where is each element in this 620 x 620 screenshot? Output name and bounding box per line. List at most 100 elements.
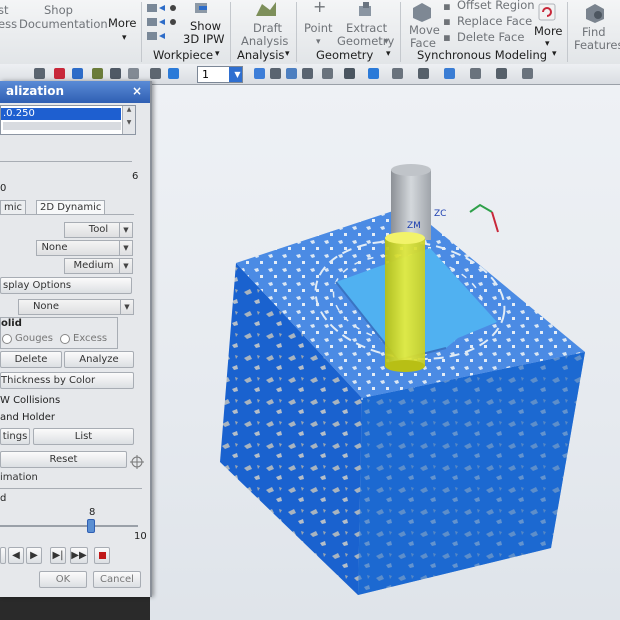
count-right: 6 — [132, 171, 139, 182]
extract-geometry-icon — [359, 2, 371, 16]
cancel-button[interactable]: Cancel — [93, 571, 141, 588]
play-icon[interactable]: ▶ — [26, 547, 42, 564]
chevron-down-icon[interactable]: ▾ — [285, 48, 290, 61]
step-forward-icon[interactable]: ▶| — [50, 547, 66, 564]
axis-zc-label: ZC — [434, 209, 446, 219]
show-hide-icon[interactable] — [496, 68, 507, 79]
measure-icon[interactable] — [522, 68, 533, 79]
link-icon[interactable] — [110, 68, 121, 79]
move-face-icon — [413, 3, 431, 22]
ribbon-divider — [567, 2, 568, 62]
style-dropdown[interactable]: None ▼ — [36, 240, 133, 256]
replace-face-button[interactable]: Replace Face — [457, 15, 532, 28]
curve-icon[interactable] — [92, 68, 103, 79]
point-icon: + — [313, 0, 327, 16]
geometry-group-label[interactable]: Geometry — [316, 48, 373, 62]
ribbon-divider — [230, 2, 231, 62]
chevron-down-icon[interactable]: ▼ — [119, 241, 132, 255]
analyze-button[interactable]: Analyze — [64, 351, 134, 368]
dialog-title-bar[interactable]: alization × — [0, 81, 150, 103]
synchronous-modeling-group-label[interactable]: Synchronous Modeling — [417, 48, 547, 62]
display-options-button[interactable]: splay Options — [0, 277, 132, 294]
orient-view-icon[interactable] — [344, 68, 355, 79]
chevron-down-icon[interactable]: ▾ — [215, 48, 220, 61]
layer-selector[interactable]: 1 ▼ — [197, 66, 243, 83]
ribbon-divider — [141, 2, 142, 62]
chevron-down-icon[interactable]: ▼ — [119, 259, 132, 273]
fast-forward-icon[interactable]: ▶▶ — [70, 547, 88, 564]
section-icon[interactable] — [392, 68, 403, 79]
chevron-down-icon[interactable]: ▼ — [120, 300, 133, 314]
stop-icon[interactable] — [94, 547, 110, 564]
csys-icon[interactable] — [470, 68, 481, 79]
refresh-icon[interactable] — [254, 68, 265, 79]
speed-label: d — [0, 493, 7, 504]
animation-section-label: imation — [0, 472, 38, 483]
select-filter-icon[interactable] — [54, 68, 65, 79]
zoom-icon[interactable] — [302, 68, 313, 79]
delete-button[interactable]: Delete — [0, 351, 62, 368]
crosshair-icon — [130, 454, 144, 469]
rotate-icon[interactable] — [270, 68, 281, 79]
tool-path-list[interactable]: .0.250 ▲ ▼ — [0, 105, 136, 135]
group-label: olid — [1, 318, 22, 329]
chevron-down-icon[interactable]: ▼ — [123, 119, 135, 126]
more-button-2[interactable]: More — [534, 25, 563, 38]
graphics-viewport[interactable]: ZM ZC — [150, 85, 620, 620]
list-scrollbar[interactable]: ▲ ▼ — [122, 106, 135, 134]
previous-icon[interactable]: ◀ — [8, 547, 24, 564]
thickness-by-color-button[interactable]: Thickness by Color — [0, 372, 134, 389]
snap-point-icon[interactable] — [72, 68, 83, 79]
quality-dropdown[interactable]: Medium ▼ — [64, 258, 133, 274]
offset-region-button[interactable]: Offset Region — [457, 0, 535, 12]
part-model[interactable]: ZM ZC — [150, 85, 620, 620]
point-button[interactable]: Point — [304, 22, 333, 35]
show-dropdown[interactable]: Tool ▼ — [64, 222, 133, 238]
collisions-label: W Collisions — [0, 395, 61, 406]
gouges-radio[interactable] — [2, 334, 12, 344]
pan-icon[interactable] — [322, 68, 333, 79]
list-button[interactable]: List — [33, 428, 134, 445]
more-button[interactable]: More — [108, 17, 137, 30]
compare-group: olid Gouges Excess — [0, 317, 118, 349]
close-icon[interactable]: × — [132, 84, 142, 98]
find-features-icon — [586, 4, 604, 23]
excess-radio[interactable] — [60, 334, 70, 344]
workpiece-tools-icon[interactable] — [145, 2, 181, 46]
delete-face-button[interactable]: Delete Face — [457, 31, 524, 44]
render-style-icon[interactable] — [368, 68, 379, 79]
layer-icon[interactable] — [418, 68, 429, 79]
and-holder-label: and Holder — [0, 412, 56, 423]
show-3d-ipw-icon — [195, 3, 207, 13]
chevron-down-icon[interactable]: ▾ — [552, 48, 557, 61]
wcs-icon[interactable] — [444, 68, 455, 79]
chevron-down-icon[interactable]: ▾ — [386, 48, 391, 61]
divider — [0, 161, 132, 162]
color-dropdown[interactable]: None ▼ — [18, 299, 134, 315]
axis-zm-label: ZM — [407, 221, 421, 231]
rectangle-select-icon[interactable] — [128, 68, 139, 79]
step-back-icon[interactable] — [0, 547, 6, 564]
chevron-down-icon[interactable]: ▼ — [229, 67, 242, 82]
ok-button[interactable]: OK — [39, 571, 87, 588]
fit-view-icon[interactable] — [286, 68, 297, 79]
ribbon: st ess Shop Documentation More ▾ Show 3D… — [0, 0, 620, 65]
list-item[interactable]: .0.250 — [1, 108, 121, 120]
chevron-down-icon[interactable]: ▾ — [122, 32, 127, 45]
tab-3d-dynamic[interactable]: mic — [0, 200, 27, 215]
shaded-cube-icon[interactable] — [168, 68, 179, 79]
speed-value: 8 — [89, 507, 96, 518]
speed-slider-thumb[interactable] — [87, 519, 96, 533]
analysis-group-label[interactable]: Analysis — [237, 48, 284, 62]
settings-button[interactable]: tings — [0, 428, 30, 445]
tab-2d-dynamic[interactable]: 2D Dynamic — [36, 200, 106, 215]
chevron-down-icon[interactable]: ▼ — [119, 223, 132, 237]
speed-slider-track[interactable] — [0, 525, 138, 527]
list-item[interactable] — [3, 122, 121, 130]
settings-icon[interactable] — [34, 68, 45, 79]
cube-view-icon[interactable] — [150, 68, 161, 79]
reset-button[interactable]: Reset — [0, 451, 127, 468]
chevron-up-icon[interactable]: ▲ — [123, 106, 135, 113]
ribbon-partial-label-2: ess — [0, 17, 18, 31]
workpiece-group-label[interactable]: Workpiece — [153, 48, 213, 62]
